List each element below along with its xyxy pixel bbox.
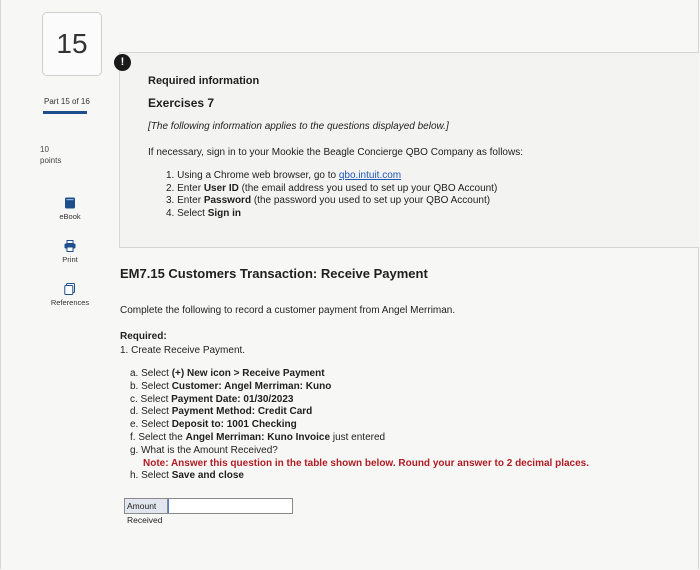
step-text: f. Select the (130, 431, 186, 443)
step-text: 4. Select (166, 207, 208, 219)
question-rail: 15 Part 15 of 16 10 points eBook Print R… (0, 0, 112, 570)
points-value: 10 (40, 145, 49, 154)
points-label: points (40, 156, 62, 165)
payment-steps: a. Select (+) New icon > Receive Payment… (130, 368, 589, 483)
sign-in-steps: 1. Using a Chrome web browser, go to qbo… (166, 170, 497, 220)
references-button[interactable]: References (42, 283, 98, 307)
references-icon (64, 283, 75, 295)
ebook-icon (65, 197, 75, 209)
alert-icon: ! (114, 54, 131, 71)
step-bold: Customer: Angel Merriman: Kuno (171, 380, 332, 392)
step-text: 3. Enter (166, 195, 204, 206)
required-item: 1. Create Receive Payment. (120, 345, 246, 356)
list-item: g. What is the Amount Received? (130, 445, 589, 458)
step-text: (the email address you used to set up yo… (238, 182, 498, 194)
list-item: 4. Select Sign in (166, 208, 497, 221)
step-text: a. Select (130, 368, 172, 379)
list-item: f. Select the Angel Merriman: Kuno Invoi… (130, 432, 589, 445)
step-bold: Deposit to: 1001 Checking (171, 419, 297, 431)
references-label: References (50, 298, 90, 307)
part-progress-bar (43, 111, 87, 114)
printer-icon (64, 240, 76, 252)
step-text: 2. Enter (166, 182, 204, 194)
step-text: just entered (330, 431, 386, 443)
step-bold: Password (203, 195, 252, 206)
answer-table: Amount Received (124, 498, 293, 525)
list-item: h. Select Save and close (130, 470, 589, 483)
info-note: [The following information applies to th… (148, 121, 449, 132)
list-item: 2. Enter User ID (the email address you … (166, 183, 497, 196)
list-item: 1. Using a Chrome web browser, go to qbo… (166, 170, 497, 183)
print-label: Print (62, 255, 78, 264)
step-bold: (+) New icon > Receive Payment (171, 368, 325, 379)
step-bold: User ID (203, 182, 239, 194)
list-item: b. Select Customer: Angel Merriman: Kuno (130, 381, 589, 394)
part-label: Part 15 of 16 (44, 97, 90, 106)
step-text: d. Select (130, 406, 172, 418)
info-title: Required information (148, 75, 260, 87)
amount-received-label: Amount Received (125, 499, 168, 525)
qbo-link[interactable]: qbo.intuit.com (339, 170, 401, 181)
step-bold: Save and close (171, 470, 244, 482)
step-text: b. Select (130, 380, 172, 392)
required-label: Required: (120, 331, 167, 342)
step-bold: Payment Date: 01/30/2023 (171, 393, 294, 405)
step-text: (the password you used to set up your QB… (251, 195, 491, 206)
print-button[interactable]: Print (42, 240, 98, 264)
list-item: 3. Enter Password (the password you used… (166, 195, 497, 208)
rounding-note: Note: Answer this question in the table … (143, 457, 589, 469)
step-text: e. Select (130, 419, 172, 431)
amount-received-input[interactable] (168, 499, 292, 513)
list-item: a. Select (+) New icon > Receive Payment (130, 368, 589, 381)
list-item: e. Select Deposit to: 1001 Checking (130, 419, 589, 432)
list-item: d. Select Payment Method: Credit Card (130, 406, 589, 419)
step-bold: Payment Method: Credit Card (171, 406, 313, 418)
info-subtitle: Exercises 7 (148, 96, 215, 110)
step-text: g. What is the Amount Received? (130, 444, 278, 456)
question-number[interactable]: 15 (42, 12, 102, 76)
step-text: c. Select (130, 393, 172, 405)
exercise-instruction: Complete the following to record a custo… (120, 305, 456, 316)
ebook-button[interactable]: eBook (42, 197, 98, 221)
points-info: 10 points (40, 144, 61, 166)
info-intro: If necessary, sign in to your Mookie the… (148, 147, 523, 158)
step-bold: Sign in (207, 207, 242, 219)
step-text: 1. Using a Chrome web browser, go to (166, 170, 339, 181)
step-text: h. Select (130, 470, 172, 482)
ebook-label: eBook (59, 212, 81, 221)
list-item: c. Select Payment Date: 01/30/2023 (130, 394, 589, 407)
step-bold: Angel Merriman: Kuno Invoice (185, 431, 331, 443)
exercise-heading: EM7.15 Customers Transaction: Receive Pa… (120, 266, 428, 281)
